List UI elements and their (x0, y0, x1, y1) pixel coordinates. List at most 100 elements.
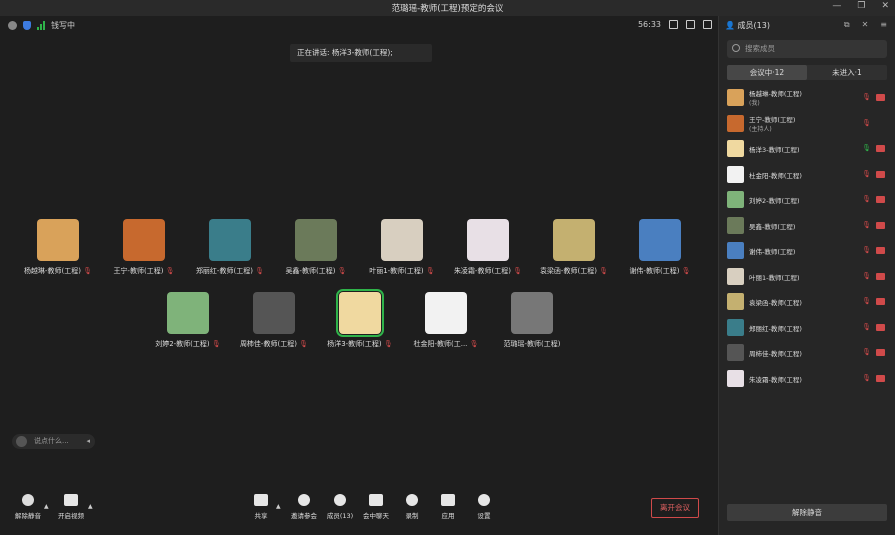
info-icon[interactable] (8, 21, 17, 30)
avatar (511, 292, 553, 334)
participant-label: 吴鑫-教师(工程) 🎙 (266, 266, 366, 276)
share-button[interactable]: 共享 (244, 494, 278, 520)
mic-muted-icon[interactable]: 🎙 (862, 119, 871, 127)
close-icon[interactable]: ✕ (881, 1, 889, 11)
apps-button[interactable]: 应用 (431, 494, 465, 520)
mic-muted-icon[interactable]: 🎙 (862, 374, 871, 382)
member-name: 朱凌霜-教师(工程) (749, 375, 802, 384)
video-tile[interactable]: 王宁-教师(工程) 🎙 (94, 219, 194, 276)
popout-icon[interactable]: ⧉ (844, 20, 850, 30)
member-row[interactable]: 周柿佳-教师(工程) 🎙 (727, 343, 887, 363)
camera-off-icon[interactable] (876, 323, 885, 331)
mic-muted-icon[interactable]: 🎙 (862, 221, 871, 229)
tab-not-joined[interactable]: 未进入·1 (807, 65, 887, 80)
member-row[interactable]: 吴鑫-教师(工程) 🎙 (727, 216, 887, 236)
video-tile[interactable]: 杨洋3-教师(工程) 🎙 (310, 289, 410, 349)
menu-icon[interactable]: ≡ (880, 20, 887, 30)
mic-muted-icon: 🎙 (510, 267, 523, 275)
video-tile[interactable]: 杨越琳-教师(工程) 🎙 (8, 219, 108, 276)
avatar (553, 219, 595, 261)
collapse-arrow-icon[interactable]: ◂ (86, 434, 90, 449)
member-search-input[interactable]: 搜索成员 (727, 40, 887, 58)
video-tile[interactable]: 朱凌霜-教师(工程) 🎙 (438, 219, 538, 276)
member-row[interactable]: 郑丽红-教师(工程) 🎙 (727, 318, 887, 338)
camera-off-icon[interactable] (876, 247, 885, 254)
invite-button[interactable]: 邀请参会 (287, 494, 321, 520)
maximize-icon[interactable]: ❐ (857, 1, 865, 11)
start-video-button[interactable]: 开启视频 (54, 494, 88, 520)
participant-name: 杜金阳-教师(工... (413, 340, 468, 348)
unmute-button[interactable]: 解除静音 (11, 494, 45, 520)
mic-muted-icon[interactable]: 🎙 (862, 323, 871, 331)
video-options-arrow-icon[interactable]: ▲ (88, 503, 93, 510)
video-tile[interactable]: 周柿佳-教师(工程) 🎙 (224, 292, 324, 349)
avatar (123, 219, 165, 261)
avatar (727, 140, 744, 157)
avatar (253, 292, 295, 334)
camera-off-icon[interactable] (876, 94, 885, 101)
camera-off-icon[interactable] (876, 298, 885, 305)
minimize-icon[interactable]: — (832, 1, 841, 11)
video-tile[interactable]: 谢伟-教师(工程) 🎙 (610, 219, 710, 276)
audio-options-arrow-icon[interactable]: ▲ (44, 503, 49, 510)
panel-controls: ⧉ ✕ ≡ (844, 20, 887, 30)
close-icon[interactable]: ✕ (862, 20, 869, 30)
camera-off-icon[interactable] (876, 196, 885, 203)
camera-off-icon[interactable] (876, 170, 885, 178)
video-tile[interactable]: 杜金阳-教师(工... 🎙 (396, 292, 496, 349)
chat-input[interactable]: 说点什么... ◂ (12, 434, 95, 449)
meeting-timer: 56:33 (637, 20, 661, 29)
camera-off-icon[interactable] (876, 374, 885, 382)
record-button[interactable]: 录制 (395, 494, 429, 520)
mic-muted-icon[interactable]: 🎙 (862, 246, 871, 254)
tab-in-meeting[interactable]: 会议中·12 (727, 65, 807, 80)
mic-muted-icon[interactable]: 🎙 (862, 272, 871, 280)
member-row[interactable]: 杨洋3-教师(工程) 🎙 (727, 139, 887, 159)
emoji-icon[interactable] (16, 436, 27, 447)
mic-muted-icon: 🎙 (679, 267, 691, 275)
participant-name: 杨洋3-教师(工程) (327, 340, 382, 348)
camera-off-icon[interactable] (876, 221, 885, 229)
members-label: 成员(13) (326, 512, 354, 520)
mic-muted-icon[interactable]: 🎙 (862, 297, 871, 305)
mic-icon[interactable]: 🎙 (862, 144, 871, 152)
member-row[interactable]: 杜金阳-教师(工程) 🎙 (727, 165, 887, 185)
member-row[interactable]: 杨越琳-教师(工程) (我) 🎙 (727, 88, 887, 108)
camera-off-icon[interactable] (876, 145, 885, 152)
mic-muted-icon[interactable]: 🎙 (862, 93, 871, 101)
member-name: 谢伟-教师(工程) (749, 248, 796, 256)
members-panel: 👤 成员(13) ⧉ ✕ ≡ 搜索成员 会议中·12 未进入·1 杨越琳-教师(… (718, 16, 895, 535)
signal-icon[interactable] (37, 21, 45, 30)
video-tile[interactable]: 吴鑫-教师(工程) 🎙 (266, 219, 366, 276)
avatar (295, 219, 337, 261)
member-row[interactable]: 袁梁函-教师(工程) 🎙 (727, 292, 887, 312)
settings-label: 设置 (477, 512, 491, 520)
unmute-all-button[interactable]: 解除静音 (727, 504, 887, 521)
camera-off-icon[interactable] (876, 272, 885, 280)
member-row[interactable]: 朱凌霜-教师(工程) 🎙 (727, 369, 887, 389)
member-row[interactable]: 王宁-教师(工程) (主持人) 🎙 (727, 114, 887, 134)
video-tile[interactable]: 袁梁函-教师(工程) 🎙 (524, 219, 624, 276)
member-row[interactable]: 谢伟-教师(工程) 🎙 (727, 241, 887, 261)
fullscreen-icon[interactable] (669, 20, 678, 29)
video-tile[interactable]: 范璐瑶-教师(工程) (482, 292, 582, 349)
avatar (167, 292, 209, 334)
camera-off-icon[interactable] (876, 349, 885, 356)
mic-muted-icon[interactable]: 🎙 (862, 195, 871, 203)
shield-icon[interactable] (23, 21, 31, 30)
video-tile[interactable]: 郑丽红-教师(工程) 🎙 (180, 219, 280, 276)
chat-button[interactable]: 会中聊天 (359, 494, 393, 520)
settings-button[interactable]: 设置 (467, 494, 501, 520)
participant-name: 周柿佳-教师(工程) (239, 340, 297, 348)
mic-muted-icon[interactable]: 🎙 (862, 170, 871, 178)
mic-muted-icon[interactable]: 🎙 (862, 348, 871, 356)
video-tile[interactable]: 叶丽1-教师(工程) 🎙 (352, 219, 452, 276)
leave-meeting-button[interactable]: 离开会议 (651, 498, 699, 518)
grid-view-icon[interactable] (703, 20, 712, 29)
member-row[interactable]: 叶丽1-教师(工程) 🎙 (727, 267, 887, 287)
member-row[interactable]: 刘婷2-教师(工程) 🎙 (727, 190, 887, 210)
layout-icon[interactable] (686, 20, 695, 29)
share-options-arrow-icon[interactable]: ▲ (276, 503, 281, 510)
members-button[interactable]: 成员(13) (323, 494, 357, 520)
video-tile[interactable]: 刘婷2-教师(工程) 🎙 (138, 292, 238, 349)
